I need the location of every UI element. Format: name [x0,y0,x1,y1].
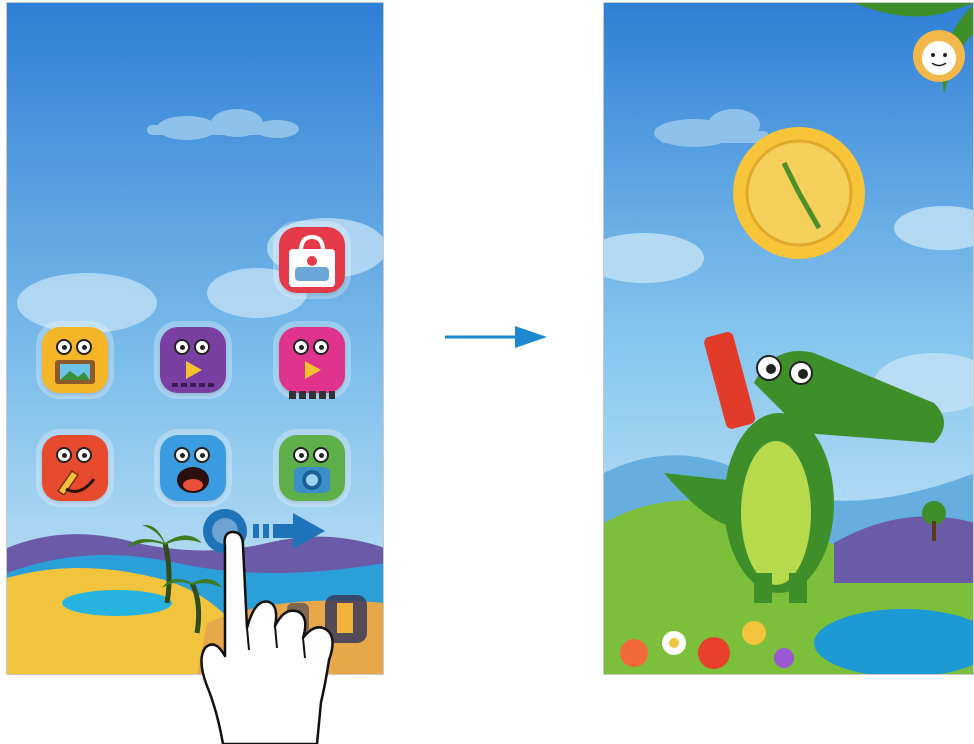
eye-icon [174,339,190,355]
gallery-app-icon[interactable] [42,327,108,393]
eye-icon [313,447,329,463]
eye-icon [76,447,92,463]
shopping-bag-icon [289,234,335,287]
player-app-icon[interactable] [279,327,345,399]
teeth-decoration [172,383,214,387]
eye-icon [56,339,72,355]
play-icon [305,361,321,379]
mouth-icon [177,467,209,493]
right-background [604,3,973,674]
eye-icon [293,447,309,463]
transition-arrow-icon [445,326,547,348]
camera-lens-icon [294,467,330,493]
drawing-app-icon[interactable] [42,435,108,501]
eye-icon [56,447,72,463]
picture-frame-icon [55,360,95,384]
voice-app-icon[interactable] [160,435,226,501]
legs-decoration [289,391,335,399]
child-face-icon [913,30,965,82]
store-app-icon[interactable] [279,227,345,293]
pencil-icon [56,469,96,495]
sun-clock-icon [733,127,865,259]
eye-icon [76,339,92,355]
camera-app-icon[interactable] [279,435,345,501]
eye-icon [194,339,210,355]
video-app-icon[interactable] [160,327,226,393]
play-screen-right [603,2,974,675]
eye-icon [313,339,329,355]
eye-icon [194,447,210,463]
eye-icon [293,339,309,355]
play-icon [186,361,202,379]
eye-icon [174,447,190,463]
hand-gesture-icon [200,530,334,744]
